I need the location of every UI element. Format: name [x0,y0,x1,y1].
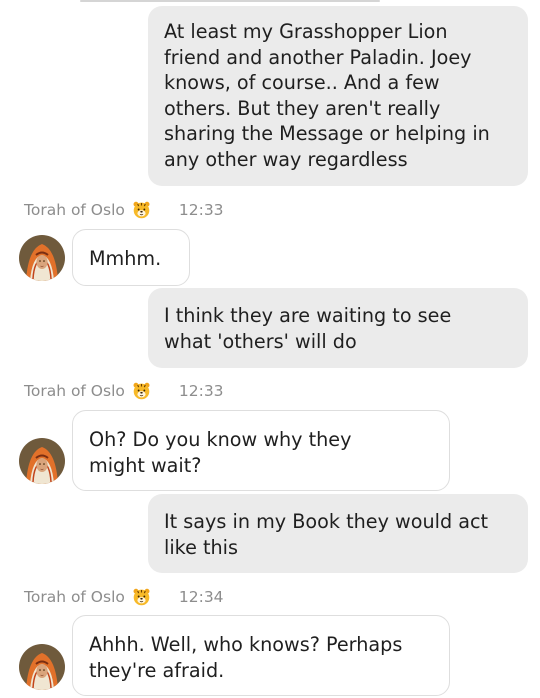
message-meta: Torah of Oslo 12:33 [24,381,224,400]
my-message-bubble[interactable]: At least my Grasshopper Lion friend and … [148,6,528,186]
tiger-face-icon [132,200,151,219]
message-time: 12:34 [178,587,224,606]
tiger-face-icon [132,381,151,400]
scroll-edge-divider [80,0,380,2]
their-message-bubble[interactable]: Oh? Do you know why they might wait? [72,410,450,491]
contact-avatar[interactable] [19,438,65,484]
my-message-bubble[interactable]: I think they are waiting to see what 'ot… [148,288,528,368]
chat-thread[interactable]: At least my Grasshopper Lion friend and … [0,0,540,698]
their-message-bubble[interactable]: Ahhh. Well, who knows? Perhaps they're a… [72,615,450,696]
message-time: 12:33 [178,381,224,400]
sender-name[interactable]: Torah of Oslo [24,201,125,219]
sender-name[interactable]: Torah of Oslo [24,382,125,400]
message-meta: Torah of Oslo 12:33 [24,200,224,219]
contact-avatar[interactable] [19,235,65,281]
message-meta: Torah of Oslo 12:34 [24,587,224,606]
tiger-face-icon [132,587,151,606]
my-message-bubble[interactable]: It says in my Book they would act like t… [148,494,528,573]
message-time: 12:33 [178,200,224,219]
contact-avatar[interactable] [19,644,65,690]
sender-name[interactable]: Torah of Oslo [24,588,125,606]
their-message-bubble[interactable]: Mmhm. [72,229,190,286]
